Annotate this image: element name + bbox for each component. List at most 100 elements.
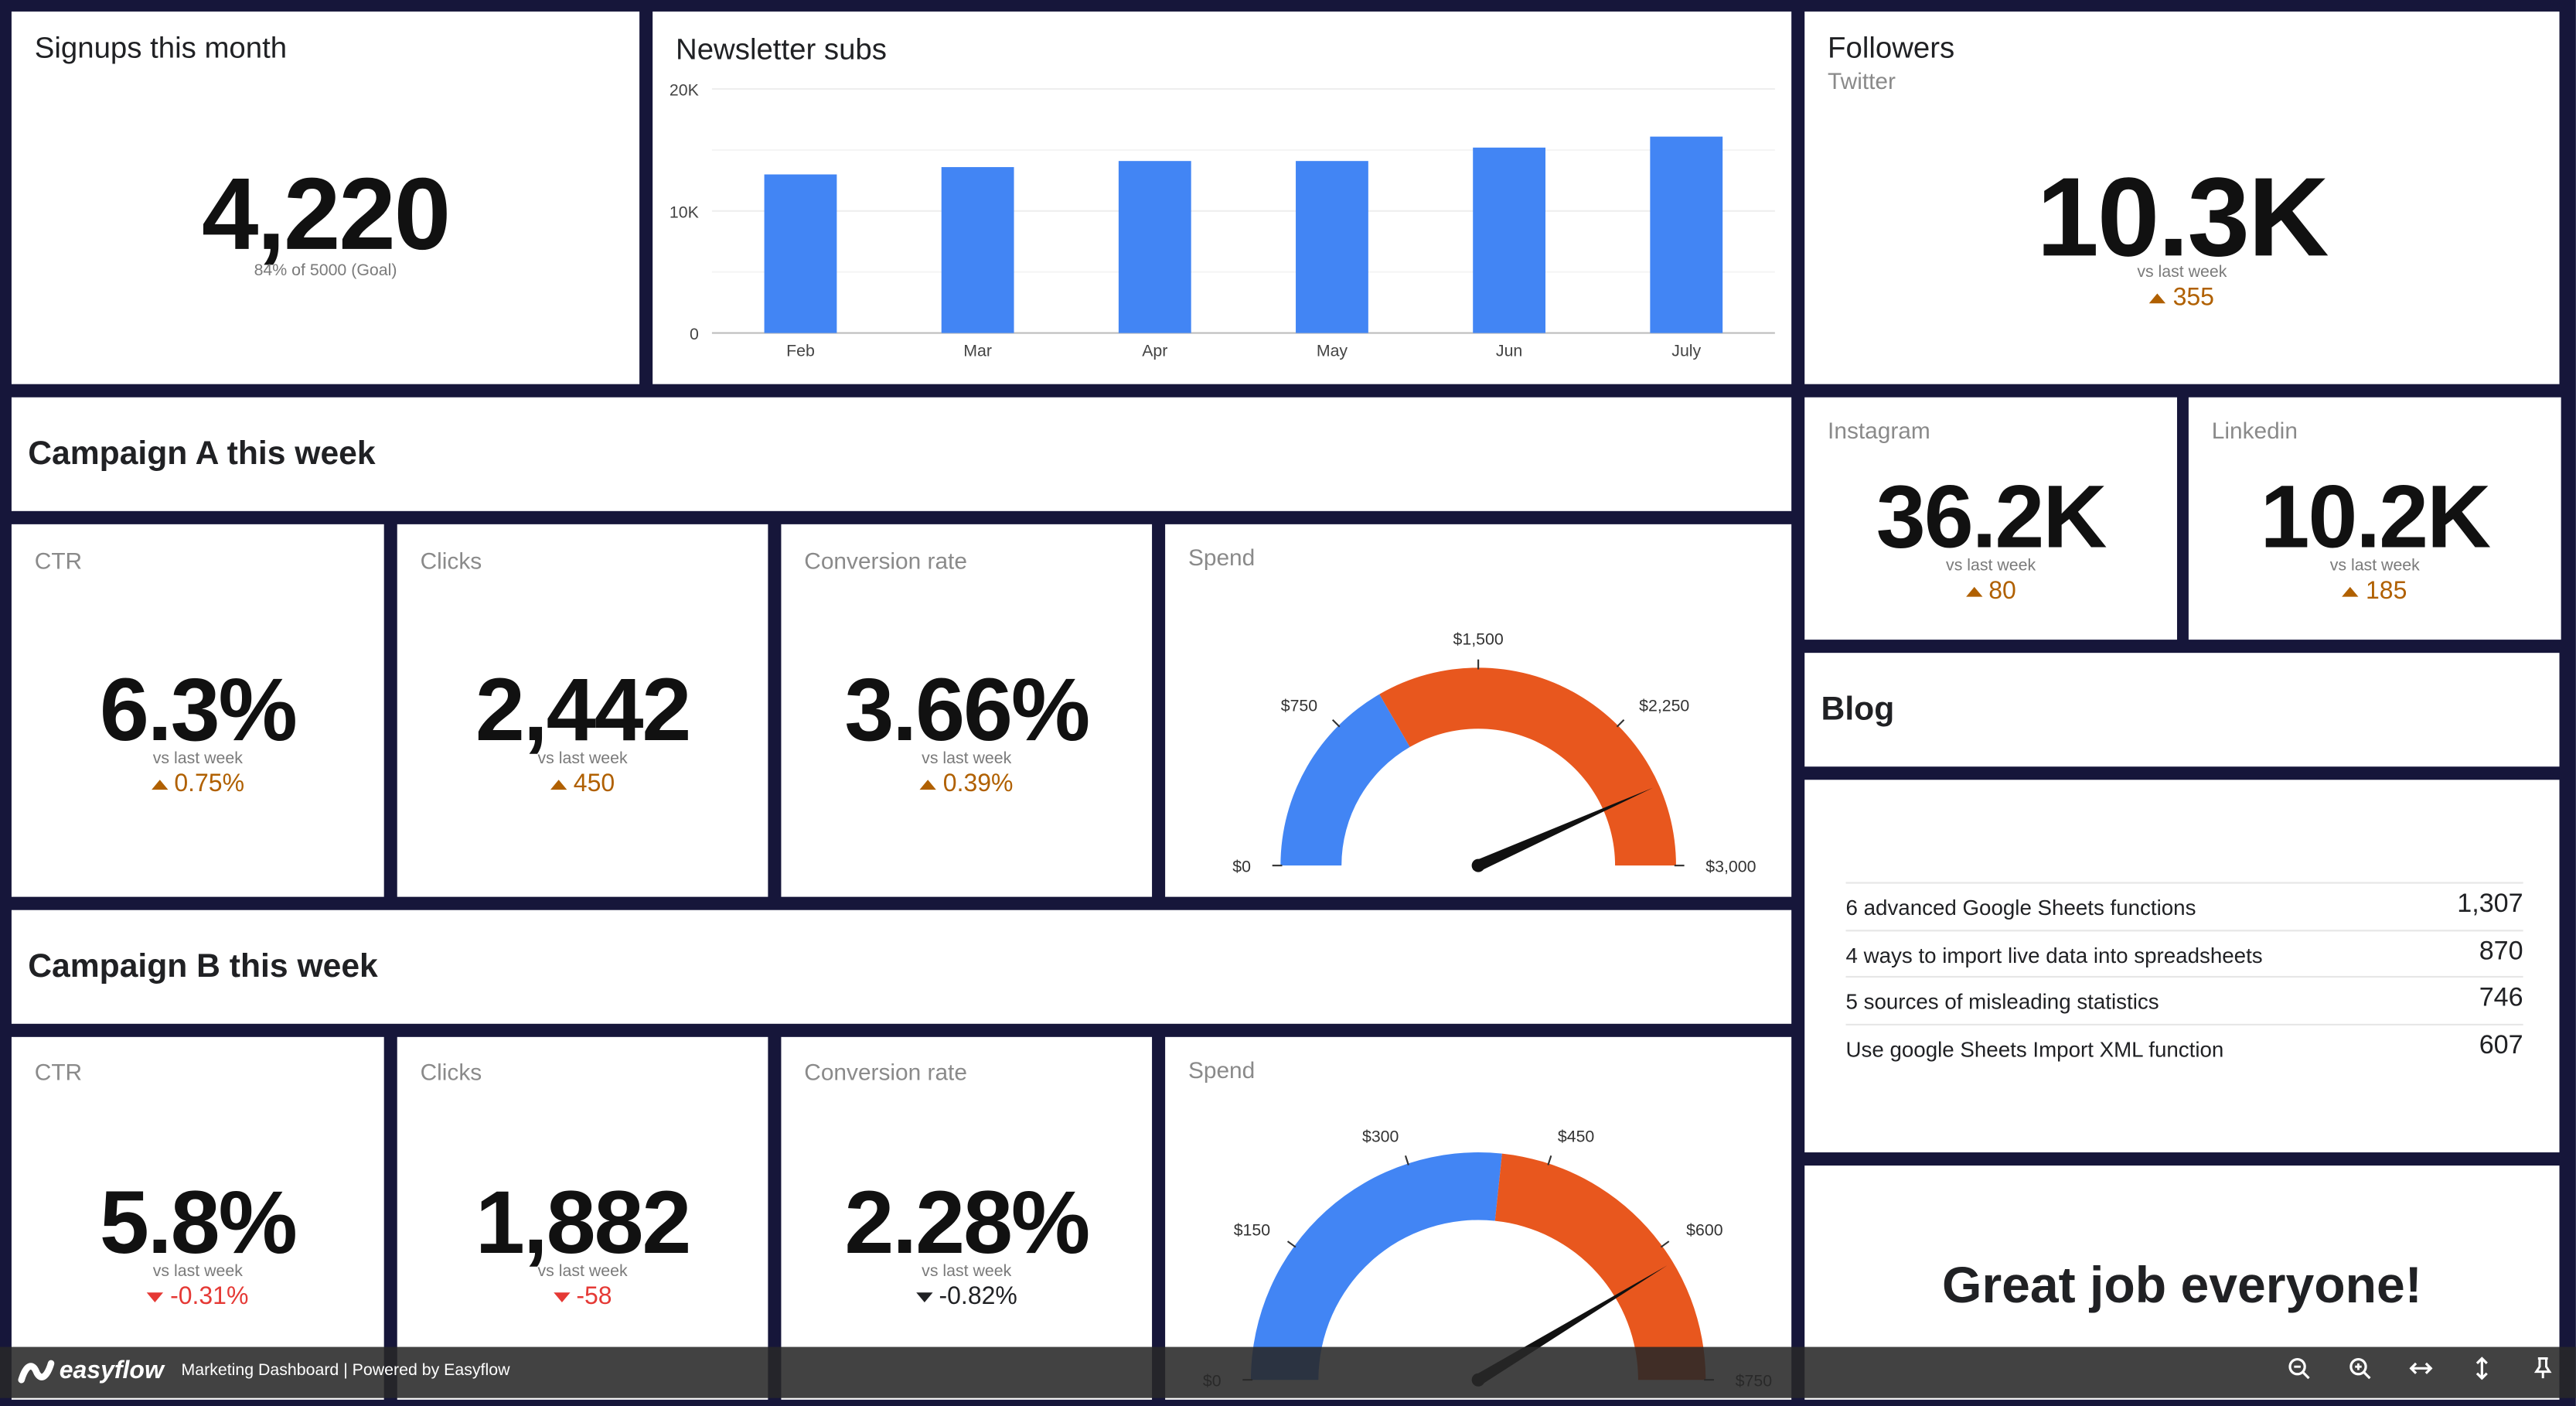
up-arrow-icon (151, 780, 168, 790)
instagram-delta: 80 (1804, 577, 2177, 605)
blog-row[interactable]: Use google Sheets Import XML function 60… (1845, 1023, 2523, 1072)
spend-gauge-b: $0$150$300$450$600$750 (1203, 1127, 1772, 1390)
campaign-b-header: Campaign B this week (28, 947, 378, 985)
conversion-delta-value: 0.39% (942, 770, 1014, 798)
zoom-in-icon[interactable] (2345, 1357, 2374, 1386)
ctr-delta-value: 0.75% (174, 770, 245, 798)
down-arrow-icon (915, 1292, 932, 1303)
footer-brand: easyflow (59, 1357, 164, 1385)
ctr-delta-value: -0.31% (170, 1282, 249, 1311)
signups-title: Signups this month (34, 31, 288, 65)
up-arrow-icon (1965, 586, 1982, 597)
conversion-vs-label: vs last week (922, 749, 1012, 769)
ctr-delta: -0.31% (12, 1282, 384, 1311)
campaign-a-ctr-tile: CTR 6.3% vs last week 0.75% (11, 524, 384, 897)
conversion-value: 2.28% (844, 1173, 1090, 1273)
ctr-label: CTR (34, 547, 83, 574)
campaign-b-spend-tile: Spend $0$150$300$450$600$750 (1165, 1036, 1792, 1400)
ctr-vs-label: vs last week (152, 749, 243, 769)
pin-icon[interactable] (2528, 1357, 2557, 1386)
dashboard-canvas: Signups this month 4,220 84% of 5000 (Go… (0, 0, 2576, 1406)
x-tick-label: Apr (1142, 341, 1167, 360)
down-arrow-icon (553, 1292, 570, 1303)
clicks-delta-value: -58 (576, 1282, 612, 1311)
campaign-a-clicks-tile: Clicks 2,442 vs last week 450 (397, 524, 768, 897)
blog-row-views: 1,307 (2457, 890, 2523, 919)
zoom-out-icon[interactable] (2285, 1357, 2314, 1386)
gauge-tick (1547, 1155, 1552, 1165)
ctr-delta: 0.75% (12, 770, 384, 798)
x-tick-label: July (1671, 341, 1701, 360)
spend-gauge-a: $0 $750 $1,500 $2,250 $3,000 (1232, 630, 1756, 875)
signups-tile: Signups this month 4,220 84% of 5000 (Go… (11, 11, 640, 384)
blog-row[interactable]: 4 ways to import live data into spreadsh… (1845, 930, 2523, 978)
clicks-delta: 450 (397, 770, 768, 798)
linkedin-value: 10.2K (2260, 468, 2491, 568)
footer-caption: Marketing Dashboard | Powered by Easyflo… (181, 1361, 510, 1380)
linkedin-delta: 185 (2189, 577, 2561, 605)
ctr-label: CTR (34, 1058, 83, 1085)
signups-goal-subtitle: 84% of 5000 (Goal) (254, 261, 397, 281)
bar (941, 167, 1014, 333)
clicks-value: 1,882 (475, 1173, 692, 1273)
fit-height-icon[interactable] (2467, 1357, 2496, 1386)
instagram-label: Instagram (1828, 417, 1930, 444)
campaign-a-header-tile: Campaign A this week (11, 397, 1792, 511)
gauge-tick-label: $450 (1558, 1127, 1595, 1145)
instagram-delta-value: 80 (1988, 577, 2016, 606)
blog-row[interactable]: 6 advanced Google Sheets functions 1,307 (1845, 882, 2523, 930)
gauge-tick (1286, 1240, 1297, 1248)
campaign-b-header-tile: Campaign B this week (11, 909, 1792, 1024)
up-arrow-icon (2149, 293, 2167, 304)
blog-row[interactable]: 5 sources of misleading statistics 746 (1845, 975, 2523, 1024)
instagram-value: 36.2K (1876, 468, 2107, 568)
x-tick-label: Feb (786, 341, 815, 360)
blog-header: Blog (1821, 691, 1895, 728)
y-tick-label: 10K (670, 203, 699, 221)
linkedin-vs-label: vs last week (2329, 557, 2420, 575)
x-tick-label: Mar (963, 341, 992, 360)
followers-vs-label: vs last week (2137, 264, 2227, 282)
bar (1296, 161, 1368, 333)
conversion-delta: -0.82% (781, 1282, 1152, 1311)
followers-value: 10.3K (2036, 155, 2329, 281)
followers-platform: Twitter (1828, 67, 1896, 94)
gauge-low-band (1250, 1152, 1502, 1380)
gauge-tick (1404, 1155, 1409, 1165)
conversion-delta: 0.39% (781, 770, 1152, 798)
conversion-vs-label: vs last week (922, 1262, 1012, 1281)
clicks-label: Clicks (420, 547, 482, 574)
blog-row-title: 5 sources of misleading statistics (1845, 989, 2159, 1014)
clicks-vs-label: vs last week (537, 1262, 628, 1281)
linkedin-tile: Linkedin 10.2K vs last week 185 (2188, 397, 2561, 640)
blog-list-tile: 6 advanced Google Sheets functions 1,307… (1804, 780, 2560, 1153)
followers-delta-value: 355 (2172, 283, 2214, 312)
gauge-high-band (1379, 667, 1676, 866)
followers-delta: 355 (1804, 284, 2559, 312)
y-tick-label: 20K (670, 81, 699, 100)
gauge-tick-label: $750 (1281, 697, 1318, 715)
clicks-delta: -58 (397, 1282, 768, 1311)
blog-row-views: 607 (2479, 1032, 2523, 1060)
clicks-vs-label: vs last week (537, 749, 628, 769)
linkedin-label: Linkedin (2211, 417, 2298, 444)
fit-width-icon[interactable] (2406, 1357, 2435, 1386)
easyflow-logo-icon (18, 1359, 55, 1394)
ctr-value: 6.3% (99, 660, 298, 760)
blog-row-views: 870 (2479, 937, 2523, 967)
down-arrow-icon (147, 1292, 164, 1303)
newsletter-bar-chart: 0 10K 20K Feb Mar Apr May Jun July (670, 81, 1775, 360)
clicks-value: 2,442 (475, 660, 692, 760)
clicks-label: Clicks (420, 1058, 482, 1085)
newsletter-tile: Newsletter subs 0 10K 20K Feb Mar Apr May Jun Ju… (653, 11, 1792, 384)
conversion-label: Conversion rate (804, 1058, 967, 1085)
up-arrow-icon (919, 780, 937, 790)
up-arrow-icon (2343, 586, 2360, 597)
followers-tile: Followers Twitter 10.3K vs last week 355 (1804, 11, 2560, 384)
y-tick-label: 0 (690, 325, 699, 343)
campaign-b-ctr-tile: CTR 5.8% vs last week -0.31% (11, 1036, 384, 1400)
conversion-label: Conversion rate (804, 547, 967, 574)
blog-header-tile: Blog (1804, 653, 2560, 767)
conversion-value: 3.66% (844, 660, 1090, 760)
clicks-delta-value: 450 (573, 770, 615, 798)
